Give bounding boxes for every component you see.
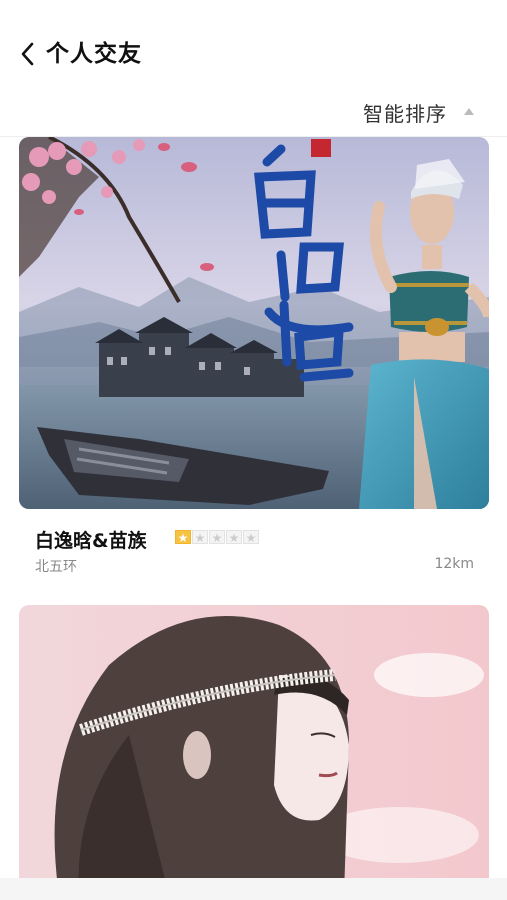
page-title: 个人交友 — [46, 41, 142, 67]
chevron-left-icon — [21, 42, 34, 66]
profile-distance: 12km — [434, 556, 474, 572]
bottom-area — [0, 878, 507, 900]
sort-label: 智能排序 — [363, 101, 447, 126]
top-bar: 个人交友 — [0, 0, 507, 90]
star-empty-icon: ★ — [243, 530, 259, 545]
profile-photo[interactable] — [19, 605, 489, 895]
triangle-up-icon — [464, 108, 474, 115]
star-rating: ★ ★ ★ ★ ★ — [175, 530, 259, 545]
star-empty-icon: ★ — [192, 530, 208, 545]
sort-bar: 智能排序 — [0, 90, 507, 136]
star-filled-icon: ★ — [175, 530, 191, 545]
profile-photo[interactable] — [19, 137, 489, 509]
profile-location: 北五环 — [35, 559, 77, 575]
profile-feed[interactable]: 白逸晗&苗族 ★ ★ ★ ★ ★ 北五环 12km — [0, 137, 507, 900]
profile-card[interactable] — [19, 605, 489, 895]
profile-name: 白逸晗&苗族 — [35, 530, 147, 552]
sort-dropdown[interactable]: 智能排序 — [363, 96, 474, 128]
poster-image — [19, 137, 489, 509]
star-empty-icon: ★ — [209, 530, 225, 545]
portrait-image — [19, 605, 489, 895]
back-button[interactable] — [14, 38, 42, 70]
profile-card[interactable]: 白逸晗&苗族 ★ ★ ★ ★ ★ 北五环 12km — [19, 137, 489, 575]
star-empty-icon: ★ — [226, 530, 242, 545]
